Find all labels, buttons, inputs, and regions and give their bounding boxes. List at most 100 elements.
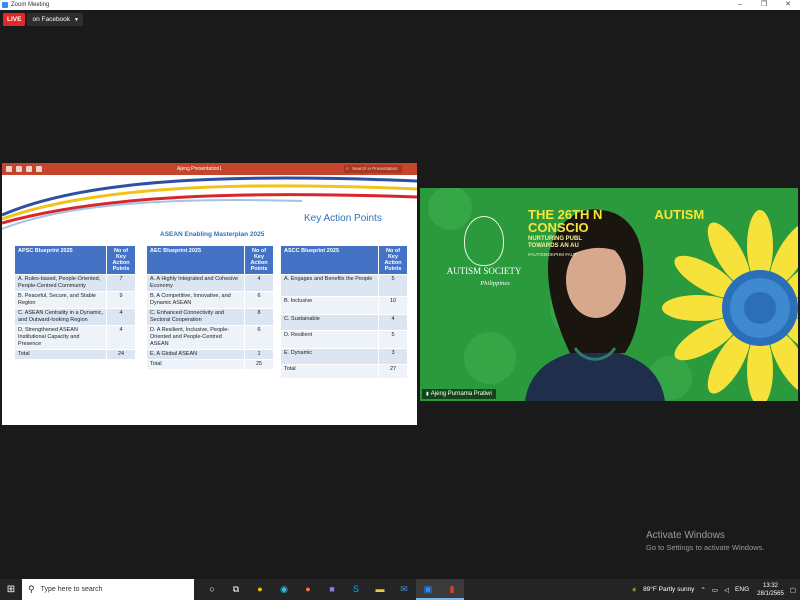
live-destination-label: on Facebook bbox=[32, 16, 71, 23]
weather-icon[interactable]: ☀ bbox=[631, 586, 637, 594]
file-explorer-icon[interactable]: ▬ bbox=[368, 579, 392, 600]
task-view-icon[interactable]: ⧉ bbox=[224, 579, 248, 600]
network-icon[interactable]: ▭ bbox=[712, 586, 718, 594]
cortana-icon[interactable]: ○ bbox=[200, 579, 224, 600]
banner-sub-line: NURTURING PUBL bbox=[528, 236, 582, 242]
live-destination-dropdown[interactable]: on Facebook ▼ bbox=[27, 13, 83, 26]
org-name: AUTISM SOCIETY bbox=[446, 266, 522, 276]
table-cell: Total bbox=[280, 364, 379, 379]
edge-icon[interactable]: ◉ bbox=[272, 579, 296, 600]
table-cell: D. Strengthened ASEAN Institutional Capa… bbox=[14, 325, 107, 350]
redo-icon[interactable] bbox=[36, 166, 42, 172]
mic-icon: ▮ bbox=[426, 391, 429, 397]
ascc-table: ASCC Blueprint 2025 No of Key Action Poin… bbox=[280, 245, 408, 379]
slide-decoration-swooshes bbox=[2, 176, 417, 230]
banner-title-part: AUTISM bbox=[654, 207, 705, 222]
search-icon: ⌕ bbox=[346, 166, 349, 172]
table-header: No of Key Action Points bbox=[244, 245, 274, 275]
table-cell: E. Dynamic bbox=[280, 348, 379, 365]
zoom-app: Zoom Meeting – ❐ ✕ LIVE on Facebook ▼ Aje… bbox=[0, 0, 800, 600]
slide-title: Key Action Points bbox=[304, 213, 382, 224]
taskbar: ⊞ ⚲ Type here to search ○ ⧉ ● ◉ ● ■ S ▬ … bbox=[0, 579, 800, 600]
table-header: APSC Blueprint 2025 bbox=[14, 245, 107, 275]
org-tagline: Philippines bbox=[480, 280, 510, 287]
table-cell: A. A Highly Integrated and Cohesive Econ… bbox=[146, 274, 245, 292]
activate-windows-subtitle: Go to Settings to activate Windows. bbox=[646, 543, 765, 552]
skype-icon[interactable]: S bbox=[344, 579, 368, 600]
participant-video[interactable]: AUTISM SOCIETY Philippines THE 26TH N AUT… bbox=[420, 188, 798, 401]
live-badge: LIVE bbox=[3, 13, 26, 26]
table-cell: 3 bbox=[378, 348, 408, 365]
table-cell: 5 bbox=[378, 274, 408, 297]
maximize-button[interactable]: ❐ bbox=[752, 0, 776, 10]
teams-icon[interactable]: ■ bbox=[320, 579, 344, 600]
table-cell: 25 bbox=[244, 359, 274, 370]
table-cell: 6 bbox=[244, 325, 274, 350]
powerpoint-toolbar: Ajeng Presentation1 ⌕ Search in Presenta… bbox=[2, 163, 417, 175]
table-cell: 7 bbox=[106, 274, 136, 292]
presentation-search-placeholder: Search in Presentation bbox=[352, 166, 398, 171]
table-cell: 4 bbox=[378, 314, 408, 331]
window-title: Zoom Meeting bbox=[11, 2, 50, 8]
live-stream-indicator: LIVE on Facebook ▼ bbox=[3, 13, 83, 26]
table-cell: 27 bbox=[378, 364, 408, 379]
presentation-filename: Ajeng Presentation1 bbox=[177, 166, 223, 172]
table-header: No of Key Action Points bbox=[378, 245, 408, 275]
zoom-taskbar-icon[interactable]: ▣ bbox=[416, 579, 440, 600]
close-button[interactable]: ✕ bbox=[776, 0, 800, 10]
table-cell: 9 bbox=[106, 291, 136, 309]
table-header: ASCC Blueprint 2025 bbox=[280, 245, 379, 275]
table-cell: 6 bbox=[244, 291, 274, 309]
table-cell: 4 bbox=[244, 274, 274, 292]
language-indicator[interactable]: ENG bbox=[735, 586, 749, 593]
chrome-icon[interactable]: ● bbox=[248, 579, 272, 600]
table-cell: B. Peaceful, Secure, and Stable Region bbox=[14, 291, 107, 309]
table-cell: D. A Resilient, Inclusive, People-Orient… bbox=[146, 325, 245, 350]
table-header: AEC Blueprint 2025 bbox=[146, 245, 245, 275]
banner-hashtags: #AUTISMOKPHM #AUT bbox=[528, 252, 577, 257]
table-cell: 24 bbox=[106, 349, 136, 360]
table-header: No of Key Action Points bbox=[106, 245, 136, 275]
clock-date: 28/1/2565 bbox=[757, 590, 784, 597]
table-cell: 1 bbox=[244, 349, 274, 360]
table-cell: E. A Global ASEAN bbox=[146, 349, 245, 360]
title-bar: Zoom Meeting – ❐ ✕ bbox=[0, 0, 800, 10]
aec-table: AEC Blueprint 2025 No of Key Action Point… bbox=[146, 245, 274, 370]
firefox-icon[interactable]: ● bbox=[296, 579, 320, 600]
powerpoint-taskbar-icon[interactable]: ▮ bbox=[440, 579, 464, 600]
table-cell: B. Inclusive bbox=[280, 296, 379, 315]
window-controls: – ❐ ✕ bbox=[728, 0, 800, 10]
tray-chevron-icon[interactable]: ⌃ bbox=[700, 586, 705, 594]
undo-icon[interactable] bbox=[26, 166, 32, 172]
autism-society-logo-icon bbox=[464, 216, 504, 266]
banner-title-part: CONSCIO bbox=[528, 220, 589, 235]
search-icon: ⚲ bbox=[28, 584, 35, 594]
banner-subtitle: NURTURING PUBL TOWARDS AN AU bbox=[528, 236, 582, 250]
table-cell: B. A Competitive, Innovative, and Dynami… bbox=[146, 291, 245, 309]
notification-icon[interactable]: ▢ bbox=[790, 586, 796, 594]
zoom-app-icon bbox=[2, 2, 8, 8]
chevron-down-icon: ▼ bbox=[74, 17, 79, 23]
table-cell: A. Rules-based, People-Oriented, People-… bbox=[14, 274, 107, 292]
slide: Key Action Points ASEAN Enabling Masterp… bbox=[2, 175, 417, 425]
minimize-button[interactable]: – bbox=[728, 0, 752, 10]
taskbar-search-placeholder: Type here to search bbox=[40, 586, 103, 593]
activate-windows-title: Activate Windows bbox=[646, 530, 725, 541]
clock-time: 13:32 bbox=[762, 582, 778, 589]
mail-icon[interactable]: ✉ bbox=[392, 579, 416, 600]
table-cell: D. Resilient bbox=[280, 330, 379, 349]
table-cell: Total bbox=[14, 349, 107, 360]
home-icon[interactable] bbox=[6, 166, 12, 172]
participant-name-tag: ▮ Ajeng Purnama Pratiwi bbox=[422, 389, 496, 399]
table-cell: 8 bbox=[244, 308, 274, 326]
presentation-search-input[interactable]: ⌕ Search in Presentation bbox=[344, 165, 402, 173]
weather-label[interactable]: 89°F Partly sunny bbox=[643, 586, 694, 593]
save-icon[interactable] bbox=[16, 166, 22, 172]
table-cell: 5 bbox=[378, 330, 408, 349]
windows-start-icon[interactable]: ⊞ bbox=[0, 579, 22, 600]
volume-icon[interactable]: ◁ bbox=[724, 586, 729, 594]
taskbar-clock[interactable]: 13:32 28/1/2565 bbox=[757, 582, 784, 598]
taskbar-search-input[interactable]: ⚲ Type here to search bbox=[22, 579, 194, 600]
slide-subtitle: ASEAN Enabling Masterplan 2025 bbox=[160, 231, 265, 238]
participant-name: Ajeng Purnama Pratiwi bbox=[430, 391, 492, 397]
